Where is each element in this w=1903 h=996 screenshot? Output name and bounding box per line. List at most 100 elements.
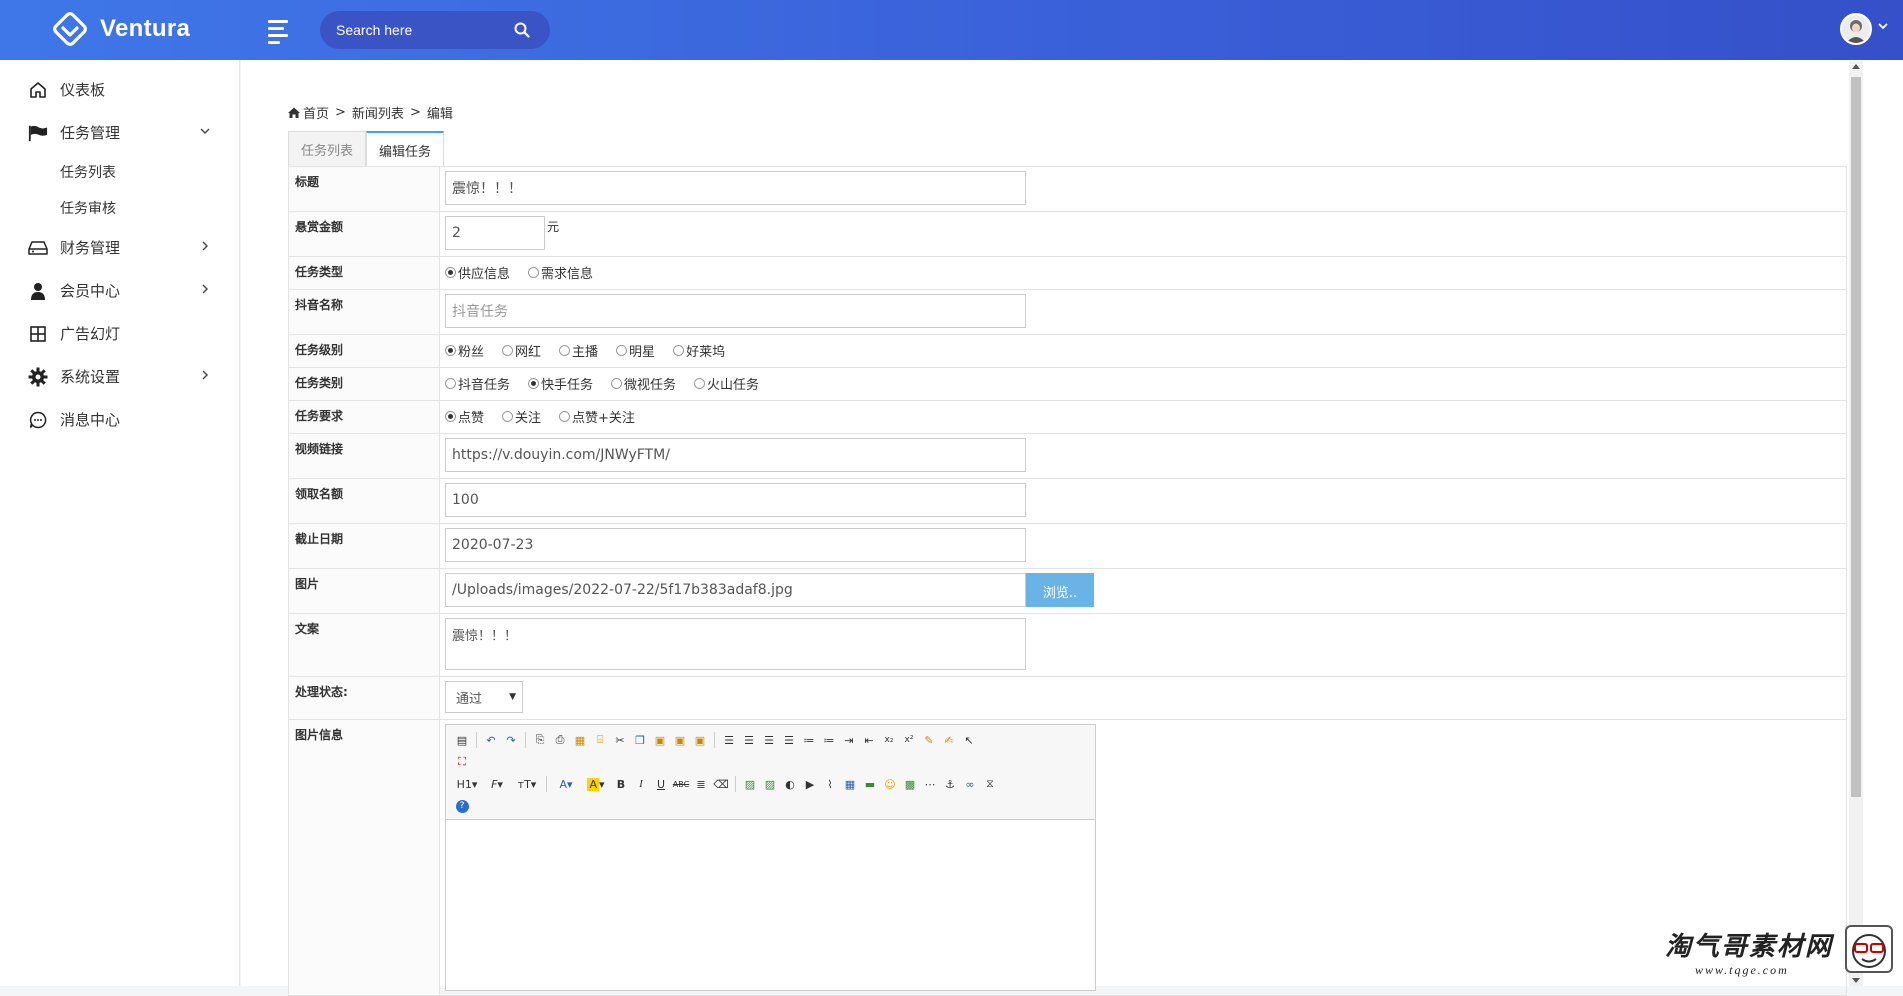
radio-dot[interactable] xyxy=(445,266,456,278)
unlink-icon[interactable]: ⧖ xyxy=(980,774,1000,794)
superscript-icon[interactable]: x² xyxy=(899,730,919,750)
radio-dot[interactable] xyxy=(445,344,456,356)
radio-dot[interactable] xyxy=(445,410,456,422)
menu-toggle-button[interactable] xyxy=(268,20,290,44)
sidebar-item-finance[interactable]: 财务管理 xyxy=(0,226,239,269)
status-select[interactable]: 通过 ▼ xyxy=(445,681,523,713)
subscript-icon[interactable]: x₂ xyxy=(879,730,899,750)
radio-dot[interactable] xyxy=(559,344,571,356)
search-icon[interactable] xyxy=(514,22,530,38)
select-all-icon[interactable]: ✍ xyxy=(939,730,959,750)
radio-star[interactable]: 明星 xyxy=(616,341,655,360)
heading-dropdown[interactable]: H1 ▾ xyxy=(452,774,482,794)
sidebar-item-settings[interactable]: 系统设置 xyxy=(0,355,239,398)
anchor-icon[interactable]: ⚓ xyxy=(940,774,960,794)
image-path-input[interactable]: /Uploads/images/2022-07-22/5f17b383adaf8… xyxy=(445,573,1026,607)
font-family-dropdown[interactable]: F ▾ xyxy=(482,774,512,794)
paste-word-icon[interactable]: ▣ xyxy=(690,730,710,750)
sidebar-item-members[interactable]: 会员中心 xyxy=(0,269,239,312)
sidebar-item-task-management[interactable]: 任务管理 xyxy=(0,111,239,154)
chevron-down-icon[interactable] xyxy=(1877,20,1889,32)
radio-dot[interactable] xyxy=(611,377,623,389)
radio-dot[interactable] xyxy=(673,344,685,356)
template-icon[interactable]: ▦ xyxy=(570,730,590,750)
copy-textarea[interactable]: 震惊！！！ xyxy=(445,618,1026,670)
radio-demand[interactable]: 需求信息 xyxy=(528,263,593,282)
paste-icon[interactable]: ▣ xyxy=(650,730,670,750)
radio-fans[interactable]: 粉丝 xyxy=(445,341,484,360)
radio-like-follow[interactable]: 点赞+关注 xyxy=(559,407,635,426)
highlight-icon[interactable]: A ▾ xyxy=(581,774,611,794)
page-scrollbar[interactable] xyxy=(1849,61,1863,986)
breadcrumb-news-list[interactable]: 新闻列表 xyxy=(352,103,404,122)
radio-weishi[interactable]: 微视任务 xyxy=(611,374,676,393)
clear-format-icon[interactable]: ✎ xyxy=(919,730,939,750)
scroll-thumb[interactable] xyxy=(1851,77,1861,797)
radio-like[interactable]: 点赞 xyxy=(445,407,484,426)
fullscreen-icon[interactable]: ⛶ xyxy=(452,752,472,772)
radio-dot[interactable] xyxy=(616,344,628,356)
scroll-down-icon[interactable] xyxy=(1852,978,1860,983)
map-icon[interactable]: ▩ xyxy=(900,774,920,794)
radio-dot[interactable] xyxy=(502,344,514,356)
radio-dot[interactable] xyxy=(502,410,514,422)
align-right-icon[interactable]: ☰ xyxy=(759,730,779,750)
copy-icon[interactable]: ❐ xyxy=(630,730,650,750)
radio-hollywood[interactable]: 好莱坞 xyxy=(673,341,725,360)
search-input[interactable] xyxy=(336,22,506,38)
flash-icon[interactable]: ◐ xyxy=(780,774,800,794)
sidebar-item-dashboard[interactable]: 仪表板 xyxy=(0,68,239,111)
align-left-icon[interactable]: ☰ xyxy=(719,730,739,750)
sidebar-subitem-task-list[interactable]: 任务列表 xyxy=(0,154,239,190)
undo-icon[interactable]: ↶ xyxy=(481,730,501,750)
radio-streamer[interactable]: 主播 xyxy=(559,341,598,360)
preview-icon[interactable]: ⎘ xyxy=(530,730,550,750)
editor-body[interactable] xyxy=(446,820,1095,990)
radio-douyin[interactable]: 抖音任务 xyxy=(445,374,510,393)
outdent-icon[interactable]: ⇤ xyxy=(859,730,879,750)
video-link-input[interactable]: https://v.douyin.com/JNWyFTM/ xyxy=(445,438,1026,472)
deadline-input[interactable]: 2020-07-23 xyxy=(445,528,1026,562)
bold-button[interactable]: B xyxy=(611,774,631,794)
radio-influencer[interactable]: 网红 xyxy=(502,341,541,360)
douyin-name-input[interactable]: 抖音任务 xyxy=(445,294,1026,328)
hr-icon[interactable]: ▬ xyxy=(860,774,880,794)
scroll-up-icon[interactable] xyxy=(1852,64,1860,69)
media-icon[interactable]: ▶ xyxy=(800,774,820,794)
pagebreak-icon[interactable]: ⋯ xyxy=(920,774,940,794)
align-center-icon[interactable]: ☰ xyxy=(739,730,759,750)
unordered-list-icon[interactable]: ≔ xyxy=(819,730,839,750)
radio-dot[interactable] xyxy=(445,377,456,389)
avatar[interactable] xyxy=(1840,13,1872,45)
table-icon[interactable]: ▦ xyxy=(840,774,860,794)
indent-icon[interactable]: ⇥ xyxy=(839,730,859,750)
pointer-icon[interactable]: ↖ xyxy=(959,730,979,750)
redo-icon[interactable]: ↷ xyxy=(501,730,521,750)
sidebar-item-messages[interactable]: 消息中心 xyxy=(0,398,239,441)
cut-icon[interactable]: ✂ xyxy=(610,730,630,750)
reward-input[interactable]: 2 xyxy=(445,216,545,250)
italic-button[interactable]: I xyxy=(631,774,651,794)
browse-button[interactable]: 浏览.. xyxy=(1026,573,1094,607)
breadcrumb-home[interactable]: 首页 xyxy=(303,103,329,122)
attachment-icon[interactable]: ⌇ xyxy=(820,774,840,794)
radio-follow[interactable]: 关注 xyxy=(502,407,541,426)
logo[interactable]: Ventura xyxy=(52,11,190,47)
strikethrough-button[interactable]: ABC xyxy=(671,774,691,794)
radio-kuaishou[interactable]: 快手任务 xyxy=(528,374,593,393)
font-size-dropdown[interactable]: тT ▾ xyxy=(512,774,542,794)
radio-supply[interactable]: 供应信息 xyxy=(445,263,510,282)
radio-dot[interactable] xyxy=(694,377,706,389)
sidebar-item-ads[interactable]: 广告幻灯 xyxy=(0,312,239,355)
font-color-icon[interactable]: A▾ xyxy=(551,774,581,794)
eraser-icon[interactable]: ⌫ xyxy=(711,774,731,794)
underline-button[interactable]: U xyxy=(651,774,671,794)
code-icon[interactable]: ⌹ xyxy=(590,730,610,750)
help-icon[interactable]: ? xyxy=(452,796,472,816)
quota-input[interactable]: 100 xyxy=(445,483,1026,517)
paste-text-icon[interactable]: ▣ xyxy=(670,730,690,750)
ordered-list-icon[interactable]: ≔ xyxy=(799,730,819,750)
radio-dot[interactable] xyxy=(559,410,571,422)
link-icon[interactable]: ∞ xyxy=(960,774,980,794)
radio-dot[interactable] xyxy=(528,377,540,389)
